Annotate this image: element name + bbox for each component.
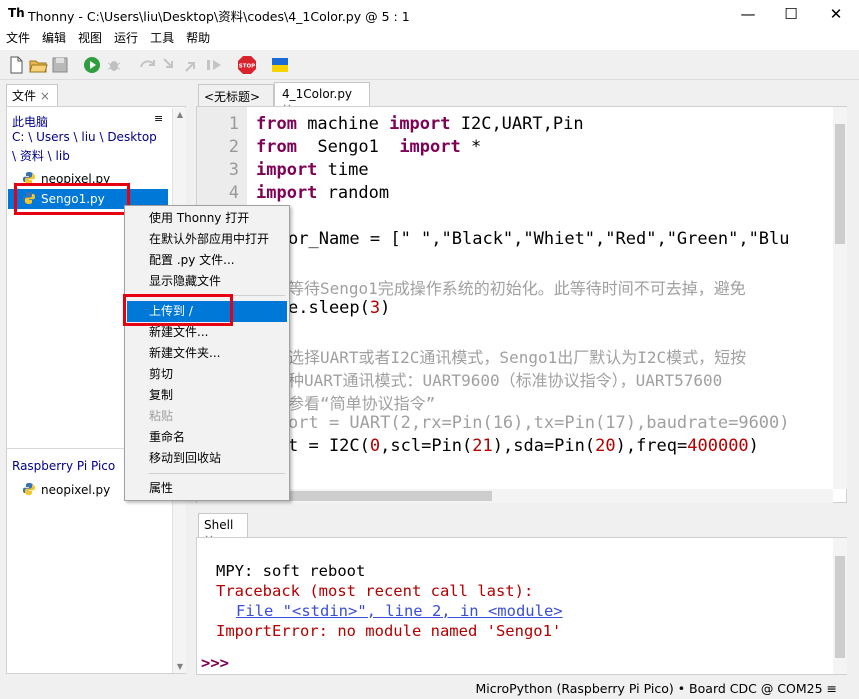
tab-shell[interactable]: Shell × — [198, 513, 248, 546]
run-icon[interactable] — [82, 55, 102, 75]
annotation-highlight-box — [14, 183, 130, 215]
debug-icon[interactable] — [104, 55, 124, 75]
menu-show-hidden[interactable]: 显示隐藏文件 — [127, 271, 287, 292]
new-file-icon[interactable] — [6, 55, 26, 75]
menu-tools[interactable]: 工具 — [144, 28, 180, 49]
line-number: 4 — [228, 183, 239, 203]
shell-output-line: MPY: soft reboot — [216, 562, 366, 580]
window-title: Thonny - C:\Users\liu\Desktop\资料\codes\4… — [28, 9, 410, 24]
menu-paste-disabled: 粘贴 — [149, 409, 174, 423]
ukraine-flag-icon — [271, 55, 291, 75]
code-line[interactable]: 等待Sengo1完成操作系统的初始化。此等待时间不可去掉，避免 — [288, 275, 833, 299]
path-breadcrumb-cont[interactable]: \ 资料 \ lib — [12, 147, 70, 164]
maximize-button[interactable]: ☐ — [768, 0, 814, 28]
tab-untitled[interactable]: <无标题> × — [198, 84, 274, 119]
menu-move-to-recycle-bin[interactable]: 移动到回收站 — [127, 448, 287, 469]
menu-cut[interactable]: 剪切 — [127, 364, 287, 385]
save-icon[interactable] — [50, 55, 70, 75]
code-line[interactable]: 种UART通讯模式：UART9600（标准协议指令），UART57600 — [288, 367, 833, 391]
code-line[interactable]: import random — [256, 183, 389, 203]
code-line[interactable]: import time — [256, 160, 369, 180]
shell-scroll-thumb[interactable] — [835, 556, 845, 658]
line-number: 3 — [228, 160, 239, 180]
line-number: 2 — [228, 137, 239, 157]
step-into-icon[interactable] — [160, 55, 180, 75]
annotation-highlight-box — [123, 294, 233, 326]
shell-error-line: ImportError: no module named 'Sengo1' — [216, 622, 562, 640]
menu-help[interactable]: 帮助 — [180, 28, 216, 49]
device-file-neopixel[interactable]: neopixel.py — [22, 480, 110, 500]
thonny-logo-icon: Th — [8, 6, 25, 20]
shell-prompt[interactable]: >>> — [201, 654, 229, 672]
line-number: 1 — [228, 114, 239, 134]
step-over-icon[interactable] — [138, 55, 158, 75]
step-out-icon[interactable] — [182, 55, 202, 75]
python-file-icon — [23, 483, 35, 495]
pane-menu-icon[interactable]: ≡ — [154, 112, 163, 125]
code-line[interactable]: e.sleep(3) — [288, 298, 390, 318]
code-line[interactable]: 参看“简单协议指令” — [288, 390, 435, 414]
menu-copy[interactable]: 复制 — [127, 385, 287, 406]
menu-file[interactable]: 文件 — [0, 28, 36, 49]
traceback-link[interactable]: File "<stdin>", line 2, in <module> — [236, 602, 563, 620]
menu-configure-py[interactable]: 配置 .py 文件... — [127, 250, 287, 271]
this-pc-header[interactable]: 此电脑 — [12, 113, 48, 130]
close-icon[interactable]: × — [40, 89, 50, 103]
code-line[interactable]: from machine import I2C,UART,Pin — [256, 114, 584, 134]
menu-bar: 文件 编辑 视图 运行 工具 帮助 — [0, 28, 859, 50]
code-line[interactable]: t = I2C(0,scl=Pin(21),sda=Pin(20),freq=4… — [288, 436, 759, 456]
menu-open-with-thonny[interactable]: 使用 Thonny 打开 — [127, 208, 287, 229]
menu-new-folder[interactable]: 新建文件夹... — [127, 343, 287, 364]
minimize-button[interactable]: — — [725, 0, 771, 28]
editor-scroll-thumb[interactable] — [835, 124, 845, 244]
menu-open-external[interactable]: 在默认外部应用中打开 — [127, 229, 287, 250]
tab-4-1color[interactable]: 4_1Color.py × — [274, 82, 370, 115]
menu-view[interactable]: 视图 — [72, 28, 108, 49]
open-folder-icon[interactable] — [28, 55, 48, 75]
device-header[interactable]: Raspberry Pi Pico — [12, 459, 115, 473]
code-line[interactable]: or_Name = [" ","Black","Whiet","Red","Gr… — [288, 229, 833, 249]
code-line[interactable]: ort = UART(2,rx=Pin(16),tx=Pin(17),baudr… — [288, 413, 833, 433]
close-window-button[interactable]: ✕ — [813, 0, 859, 28]
code-line[interactable]: from Sengo1 import * — [256, 137, 481, 157]
path-breadcrumb[interactable]: C: \ Users \ liu \ Desktop — [12, 130, 157, 144]
svg-text:STOP: STOP — [239, 64, 255, 70]
tab-files[interactable]: 文件 × — [6, 84, 58, 106]
resume-icon[interactable] — [204, 55, 224, 75]
menu-rename[interactable]: 重命名 — [127, 427, 287, 448]
scroll-up-icon[interactable]: ▲ — [173, 110, 187, 119]
shell-error-line: Traceback (most recent call last): — [216, 582, 534, 600]
menu-edit[interactable]: 编辑 — [36, 28, 72, 49]
menu-run[interactable]: 运行 — [108, 28, 144, 49]
scroll-down-icon[interactable]: ▼ — [173, 662, 187, 671]
interpreter-status[interactable]: MicroPython (Raspberry Pi Pico) • Board … — [476, 681, 838, 696]
menu-properties[interactable]: 属性 — [127, 478, 287, 499]
toolbar — [0, 50, 859, 80]
context-menu: 使用 Thonny 打开 在默认外部应用中打开 配置 .py 文件... 显示隐… — [124, 205, 290, 501]
menu-separator — [149, 473, 285, 474]
stop-icon[interactable]: STOP — [237, 55, 257, 75]
code-line[interactable]: 选择UART或者I2C通讯模式，Sengo1出厂默认为I2C模式，短按 — [288, 344, 833, 368]
